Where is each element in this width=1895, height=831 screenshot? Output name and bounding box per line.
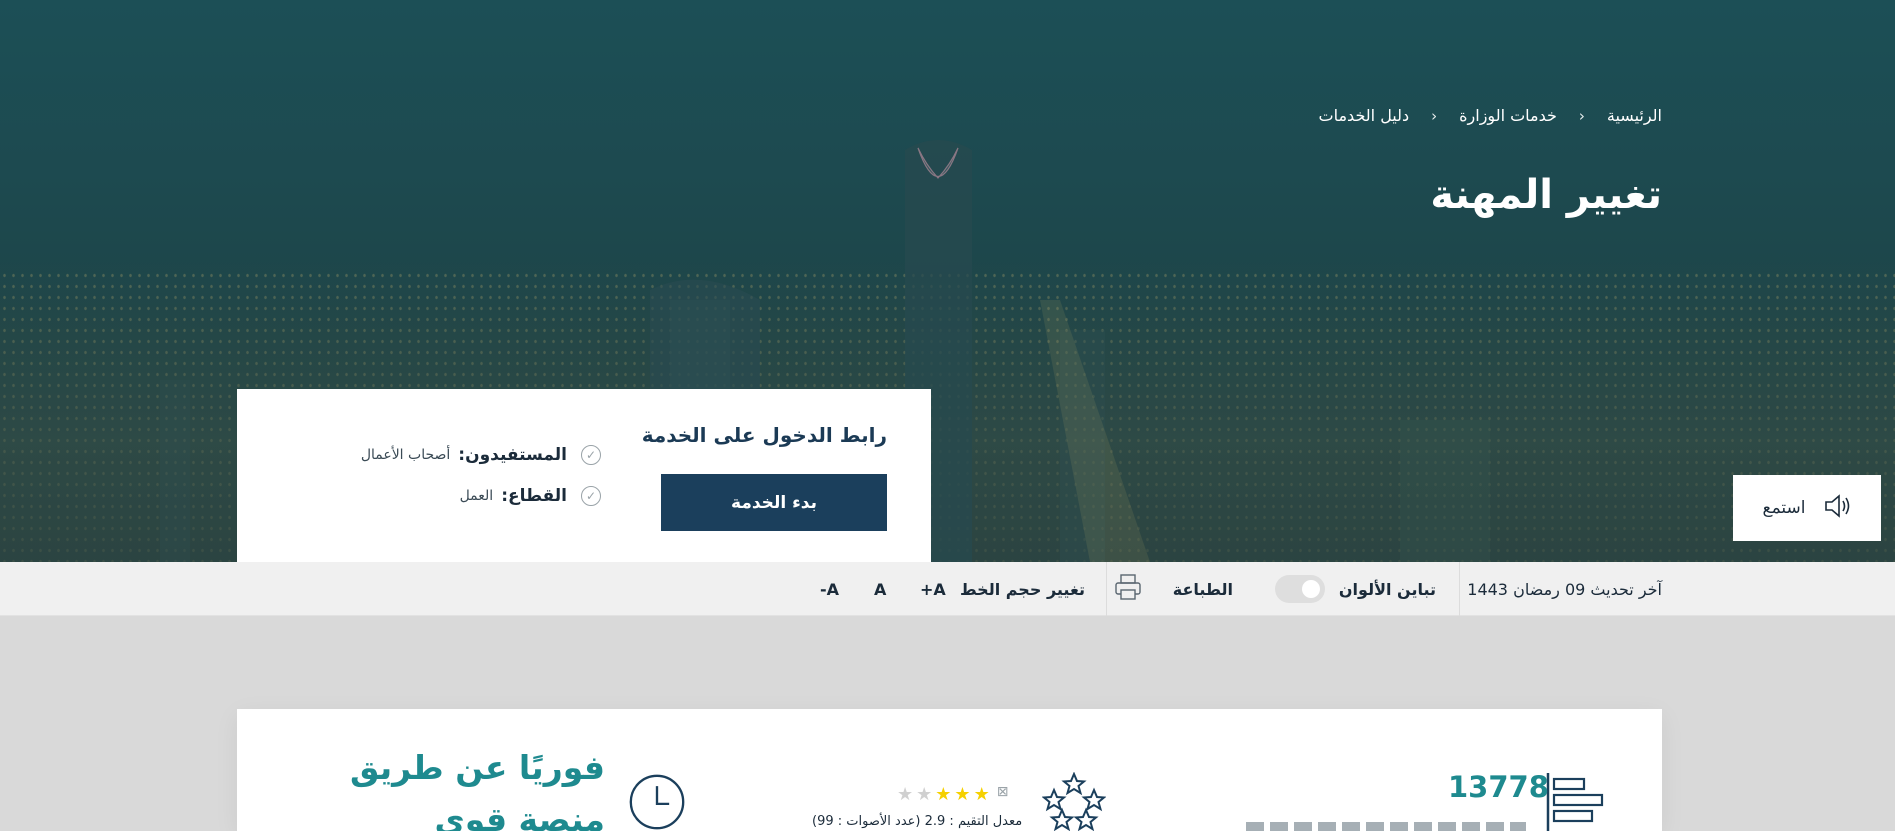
sector-row: ✓ القطاع: العمل [460, 486, 601, 506]
font-decrease-wrap: A- [820, 562, 839, 616]
breadcrumb-item-services-guide[interactable]: دليل الخدمات [1319, 106, 1410, 125]
service-access-card: رابط الدخول على الخدمة بدء الخدمة ✓ المس… [237, 389, 931, 562]
clock-icon [626, 773, 688, 831]
star-empty-icon[interactable]: ★ [916, 784, 932, 805]
listen-label: استمع [1762, 498, 1806, 518]
speaker-icon [1822, 491, 1852, 526]
star-filled-icon[interactable]: ★ [935, 784, 951, 805]
check-circle-icon: ✓ [581, 486, 601, 506]
stars-rating-icon [1041, 771, 1107, 831]
color-contrast-control[interactable]: تباين الألوان [1274, 562, 1436, 616]
star-empty-icon[interactable]: ★ [897, 784, 913, 805]
print-control[interactable]: الطباعة [1113, 562, 1233, 616]
toolbar-divider [1459, 562, 1460, 616]
beneficiaries-value: أصحاب الأعمال [360, 447, 451, 463]
check-circle-icon: ✓ [581, 445, 601, 465]
contrast-label: تباين الألوان [1338, 579, 1436, 599]
breadcrumb: الرئيسية ‹ خدمات الوزارة ‹ دليل الخدمات [1319, 106, 1662, 125]
usage-count: 13778 [1448, 770, 1549, 804]
font-size-label-wrap: تغيير حجم الخط [960, 562, 1085, 616]
page-title: تغيير المهنة [1430, 172, 1662, 218]
toolbar-divider [1106, 562, 1107, 616]
breadcrumb-separator-icon: ‹ [1431, 106, 1438, 125]
breadcrumb-item-home[interactable]: الرئيسية [1607, 106, 1662, 125]
font-increase-wrap: A+ [920, 562, 946, 616]
print-label: الطباعة [1172, 579, 1233, 599]
font-size-label: تغيير حجم الخط [960, 579, 1085, 599]
rating-stars[interactable]: ★ ★ ★ ★ ★ ⊠ [897, 784, 1008, 805]
start-service-button[interactable]: بدء الخدمة [661, 474, 887, 531]
beneficiaries-label: المستفيدون: [458, 445, 567, 465]
usage-count-caption [1246, 822, 1526, 831]
service-link-title: رابط الدخول على الخدمة [641, 423, 887, 447]
last-update-text: آخر تحديث 09 رمضان 1443 [1467, 579, 1662, 599]
page-tools-bar: آخر تحديث 09 رمضان 1443 تباين الألوان ال… [0, 562, 1895, 616]
listen-button[interactable]: استمع [1733, 475, 1881, 541]
sector-value: العمل [459, 488, 494, 504]
font-increase-button[interactable]: A+ [920, 580, 946, 599]
beneficiaries-row: ✓ المستفيدون: أصحاب الأعمال [361, 445, 601, 465]
font-normal-button[interactable]: A [874, 580, 886, 599]
service-duration: فوريًا عن طريق منصة قوى [349, 748, 605, 831]
last-update: آخر تحديث 09 رمضان 1443 [1467, 562, 1662, 616]
breadcrumb-item-ministry-services[interactable]: خدمات الوزارة [1459, 106, 1557, 125]
usage-chart-icon [1546, 773, 1610, 831]
font-normal-wrap: A [874, 562, 886, 616]
breadcrumb-separator-icon: ‹ [1578, 106, 1585, 125]
star-filled-icon[interactable]: ★ [954, 784, 970, 805]
sector-label: القطاع: [501, 486, 567, 506]
rating-summary: معدل التقيم : 2.9 (عدد الأصوات : 99) [812, 814, 1023, 829]
font-decrease-button[interactable]: A- [820, 580, 839, 599]
printer-icon [1113, 572, 1143, 606]
clear-rating-icon[interactable]: ⊠ [997, 784, 1009, 805]
star-filled-icon[interactable]: ★ [974, 784, 990, 805]
contrast-toggle[interactable] [1274, 575, 1325, 603]
hero-banner: الرئيسية ‹ خدمات الوزارة ‹ دليل الخدمات … [0, 0, 1895, 562]
